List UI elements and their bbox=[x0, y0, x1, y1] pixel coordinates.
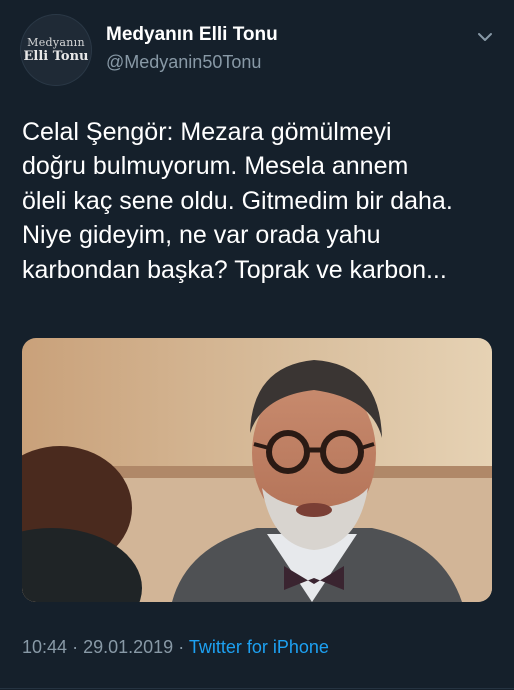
meta-separator: · bbox=[72, 637, 79, 657]
avatar-text-line2: Elli Tonu bbox=[23, 49, 89, 64]
tweet-date[interactable]: 29.01.2019 bbox=[83, 637, 173, 657]
meta-separator: · bbox=[178, 637, 185, 657]
display-name[interactable]: Medyanın Elli Tonu bbox=[106, 24, 278, 46]
tweet-photo[interactable] bbox=[22, 338, 492, 602]
tweet-text: Celal Şengör: Mezara gömülmeyi doğru bul… bbox=[22, 118, 453, 284]
tweet-meta: 10:44 · 29.01.2019 · Twitter for iPhone bbox=[22, 637, 329, 658]
tweet-header: Medyanın Elli Tonu Medyanın Elli Tonu @M… bbox=[20, 14, 498, 86]
chevron-down-icon[interactable] bbox=[476, 28, 494, 46]
avatar[interactable]: Medyanın Elli Tonu bbox=[20, 14, 92, 86]
divider bbox=[0, 688, 514, 689]
tweet-source-link[interactable]: Twitter for iPhone bbox=[189, 637, 329, 657]
photo-image bbox=[22, 338, 492, 602]
tweet-time[interactable]: 10:44 bbox=[22, 637, 67, 657]
user-handle[interactable]: @Medyanin50Tonu bbox=[106, 52, 278, 73]
author-info: Medyanın Elli Tonu @Medyanin50Tonu bbox=[106, 24, 278, 73]
avatar-text-line1: Medyanın bbox=[27, 36, 85, 49]
